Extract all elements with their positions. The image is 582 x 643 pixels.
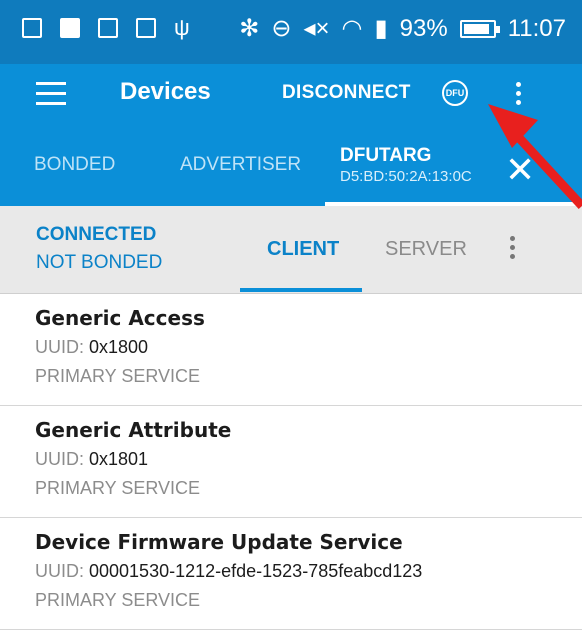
bluetooth-icon: ✻ (239, 15, 260, 42)
battery-percent: 93% (399, 15, 448, 42)
tab-advertiser[interactable]: ADVERTISER (180, 124, 301, 206)
client-tab-indicator (240, 288, 362, 292)
signal-icon: ▮ (374, 15, 388, 42)
connection-bar: CONNECTED NOT BONDED CLIENT SERVER (0, 206, 582, 294)
disconnect-button[interactable]: DISCONNECT (282, 82, 411, 104)
connection-menu-icon[interactable] (510, 236, 516, 263)
tab-device-dfutarg[interactable]: DFUTARG D5:BD:50:2A:13:0C (340, 124, 472, 206)
page-title: Devices (120, 78, 211, 105)
notification-icons: ψ (22, 15, 190, 40)
dfu-icon[interactable]: DFU (442, 80, 468, 106)
uuid-label: UUID: (35, 449, 89, 469)
tab-client[interactable]: CLIENT (267, 238, 339, 261)
code-icon (136, 18, 156, 38)
mail-icon (60, 18, 80, 38)
notification-box-icon (22, 18, 42, 38)
service-name: Device Firmware Update Service (35, 530, 403, 554)
list-item[interactable]: Generic Attribute UUID: 0x1801 PRIMARY S… (0, 406, 582, 518)
service-uuid: UUID: 0x1800 (35, 337, 582, 358)
service-name: Generic Attribute (35, 418, 232, 442)
device-tabs: BONDED ADVERTISER DFUTARG D5:BD:50:2A:13… (0, 124, 582, 206)
battery-icon (459, 20, 500, 38)
service-type: PRIMARY SERVICE (35, 366, 201, 386)
list-item[interactable]: Generic Access UUID: 0x1800 PRIMARY SERV… (0, 294, 582, 406)
uuid-label: UUID: (35, 337, 89, 357)
service-name: Generic Access (35, 306, 205, 330)
app-bar: Devices DISCONNECT DFU (0, 64, 582, 124)
clock: 11:07 (507, 15, 566, 42)
uuid-value: 0x1800 (89, 337, 149, 357)
uuid-label: UUID: (35, 561, 89, 581)
tab-server[interactable]: SERVER (385, 238, 467, 261)
service-type: PRIMARY SERVICE (35, 590, 201, 610)
connected-label: CONNECTED (36, 224, 157, 245)
service-uuid: UUID: 00001530-1212-efde-1523-785feabcd1… (35, 561, 582, 582)
bond-state-label: NOT BONDED (36, 252, 163, 273)
uuid-value: 00001530-1212-efde-1523-785feabcd123 (89, 561, 423, 581)
service-type: PRIMARY SERVICE (35, 478, 201, 498)
device-address: D5:BD:50:2A:13:0C (340, 168, 472, 185)
tab-bonded[interactable]: BONDED (34, 124, 115, 206)
service-list: Generic Access UUID: 0x1800 PRIMARY SERV… (0, 294, 582, 630)
status-bar: ψ ✻ ⊖ ◂× ◠ ▮ 93% 11:07 (0, 0, 582, 64)
wifi-icon: ◠ (341, 15, 363, 42)
uuid-value: 0x1801 (89, 449, 149, 469)
close-icon[interactable]: ✕ (505, 152, 535, 188)
overflow-menu-icon[interactable] (516, 82, 522, 109)
menu-icon[interactable] (36, 82, 66, 106)
system-icons: ✻ ⊖ ◂× ◠ ▮ 93% 11:07 (239, 14, 566, 44)
list-item[interactable]: Device Firmware Update Service UUID: 000… (0, 518, 582, 630)
service-uuid: UUID: 0x1801 (35, 449, 582, 470)
device-name: DFUTARG (340, 145, 432, 166)
code-icon (98, 18, 118, 38)
dfu-icon-label: DFU (445, 88, 465, 98)
usb-icon: ψ (174, 15, 190, 40)
mute-icon: ◂× (303, 15, 330, 42)
do-not-disturb-icon: ⊖ (271, 15, 292, 42)
connection-status: CONNECTED NOT BONDED (36, 224, 162, 274)
battery-fill (463, 24, 490, 34)
